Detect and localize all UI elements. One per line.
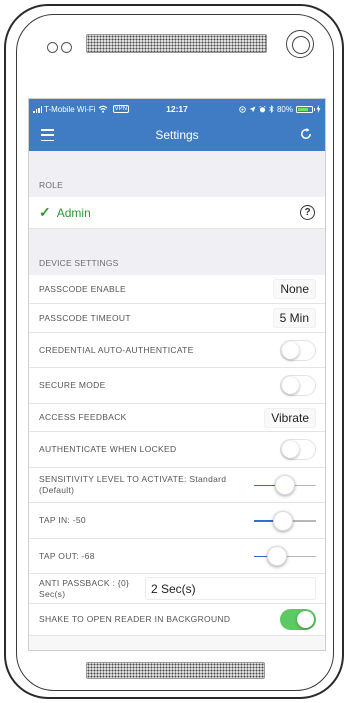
passcode-timeout-label: PASSCODE TIMEOUT	[39, 312, 131, 323]
auth-when-locked-row: AUTHENTICATE WHEN LOCKED	[29, 432, 325, 468]
sensitivity-slider[interactable]	[254, 475, 316, 495]
tap-in-label: TAP IN: -50	[39, 515, 86, 525]
nav-bar: Settings	[29, 119, 325, 151]
role-section-header: ROLE	[29, 173, 325, 197]
secure-mode-toggle[interactable]	[280, 375, 316, 396]
device-settings-list: PASSCODE ENABLE None PASSCODE TIMEOUT 5 …	[29, 275, 325, 636]
passcode-timeout-row[interactable]: PASSCODE TIMEOUT 5 Min	[29, 304, 325, 333]
tap-in-slider[interactable]	[254, 510, 316, 531]
signal-icon	[33, 105, 42, 113]
navigation-arrow-icon	[249, 106, 256, 112]
tap-out-row: TAP OUT: -68	[29, 539, 325, 574]
credential-auto-auth-row: CREDENTIAL AUTO-AUTHENTICATE	[29, 333, 325, 368]
shake-to-open-label: SHAKE TO OPEN READER IN BACKGROUND	[39, 614, 231, 624]
access-feedback-value[interactable]: Vibrate	[264, 407, 316, 428]
bottom-speaker-grille	[86, 662, 265, 679]
charging-icon	[316, 105, 321, 113]
anti-passback-label: ANTI PASSBACK : {0} Sec(s)	[39, 577, 130, 599]
battery-percent: 80%	[276, 104, 293, 114]
hamburger-icon[interactable]	[41, 129, 54, 141]
passcode-enable-row[interactable]: PASSCODE ENABLE None	[29, 275, 325, 304]
location-icon	[239, 105, 246, 113]
tap-in-row: TAP IN: -50	[29, 503, 325, 539]
role-label: Admin	[56, 205, 91, 220]
secure-mode-row: SECURE MODE	[29, 368, 325, 404]
checkmark-icon: ✓	[39, 204, 51, 220]
anti-passback-input[interactable]	[145, 577, 316, 600]
sensitivity-row: SENSITIVITY LEVEL TO ACTIVATE: Standard …	[29, 468, 325, 503]
access-feedback-label: ACCESS FEEDBACK	[39, 412, 127, 422]
credential-auto-auth-label: CREDENTIAL AUTO-AUTHENTICATE	[39, 344, 194, 355]
help-circle-icon[interactable]: ?	[300, 205, 315, 220]
app-screen: T-Mobile Wi-Fi VPN 12:17 80% Settings RO…	[28, 98, 326, 651]
auth-when-locked-toggle[interactable]	[280, 439, 316, 460]
earpiece-speaker	[86, 34, 267, 53]
section-spacer	[29, 151, 325, 173]
vpn-badge: VPN	[112, 105, 129, 113]
secure-mode-label: SECURE MODE	[39, 380, 106, 390]
sensor-dots	[47, 42, 72, 53]
shake-to-open-toggle[interactable]	[280, 609, 316, 630]
page-title: Settings	[155, 128, 199, 142]
device-settings-header: DEVICE SETTINGS	[29, 251, 325, 275]
bluetooth-icon	[269, 105, 274, 113]
access-feedback-row[interactable]: ACCESS FEEDBACK Vibrate	[29, 404, 325, 432]
sensitivity-label: SENSITIVITY LEVEL TO ACTIVATE: Standard …	[39, 474, 227, 495]
auth-when-locked-label: AUTHENTICATE WHEN LOCKED	[39, 444, 177, 454]
tap-out-label: TAP OUT: -68	[39, 550, 95, 561]
status-bar: T-Mobile Wi-Fi VPN 12:17 80%	[29, 99, 325, 119]
anti-passback-row: ANTI PASSBACK : {0} Sec(s)	[29, 574, 325, 604]
alarm-icon	[259, 105, 266, 112]
wifi-icon	[98, 105, 107, 113]
refresh-icon[interactable]	[299, 127, 313, 141]
passcode-timeout-value[interactable]: 5 Min	[272, 308, 316, 328]
tap-out-slider[interactable]	[254, 546, 316, 566]
passcode-enable-value[interactable]: None	[273, 279, 316, 299]
carrier-label: T-Mobile Wi-Fi	[44, 104, 96, 114]
shake-to-open-row: SHAKE TO OPEN READER IN BACKGROUND	[29, 604, 325, 636]
battery-icon	[296, 105, 315, 113]
credential-auto-auth-toggle[interactable]	[280, 339, 316, 361]
passcode-enable-label: PASSCODE ENABLE	[39, 283, 127, 294]
front-camera	[286, 30, 314, 58]
role-option-admin[interactable]: ✓ Admin ?	[29, 197, 325, 229]
section-spacer	[29, 229, 325, 251]
